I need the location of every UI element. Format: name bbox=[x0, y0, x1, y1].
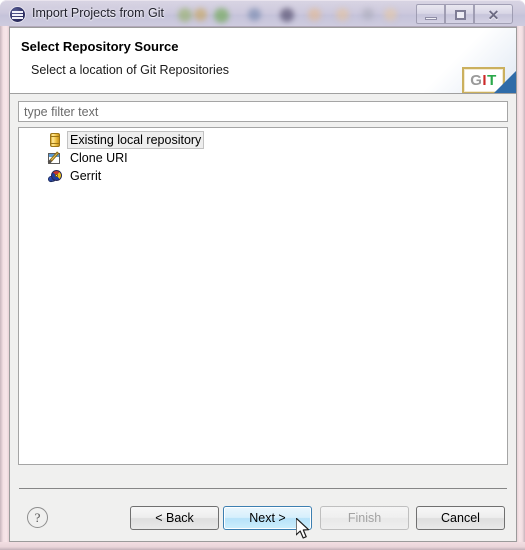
close-button[interactable]: ✕ bbox=[474, 4, 513, 24]
ghost-icon-2 bbox=[194, 8, 207, 21]
restore-icon bbox=[455, 10, 466, 20]
application-window: Import Projects from Git ✕ Select Reposi… bbox=[0, 0, 525, 550]
ghost-icon-3 bbox=[214, 8, 229, 23]
back-button[interactable]: < Back bbox=[130, 506, 219, 530]
close-icon: ✕ bbox=[487, 7, 500, 23]
ghost-icon-8 bbox=[362, 8, 374, 20]
finish-button: Finish bbox=[320, 506, 409, 530]
ghost-icon-9 bbox=[384, 8, 397, 21]
git-logo-letter-g: G bbox=[470, 72, 483, 89]
window-frame-left bbox=[0, 26, 9, 550]
tree-item-existing-local-repository[interactable]: Existing local repository bbox=[47, 131, 507, 149]
maximize-button[interactable] bbox=[445, 4, 474, 24]
banner-corner-wedge bbox=[494, 71, 516, 93]
filter-input-placeholder: type filter text bbox=[24, 105, 99, 119]
tree-item-label: Existing local repository bbox=[67, 131, 205, 149]
repository-source-tree[interactable]: Existing local repository Clone URI Gerr… bbox=[18, 127, 508, 465]
filter-input[interactable]: type filter text bbox=[18, 101, 508, 122]
window-title: Import Projects from Git bbox=[32, 6, 164, 20]
ghost-icon-1 bbox=[178, 8, 192, 22]
clone-uri-pencil-icon bbox=[47, 150, 63, 166]
wizard-header-banner: Select Repository Source Select a locati… bbox=[10, 28, 516, 94]
window-frame-bottom bbox=[0, 542, 525, 550]
ghost-icon-6 bbox=[308, 8, 321, 21]
tree-item-clone-uri[interactable]: Clone URI bbox=[47, 149, 507, 167]
repository-cylinder-icon bbox=[47, 132, 63, 148]
eclipse-circle-icon bbox=[10, 7, 25, 22]
tree-item-gerrit[interactable]: Gerrit bbox=[47, 167, 507, 185]
ghost-icon-4 bbox=[248, 8, 261, 21]
title-bar[interactable]: Import Projects from Git ✕ bbox=[0, 0, 525, 27]
dialog-client-area: Select Repository Source Select a locati… bbox=[9, 27, 517, 542]
minimize-button[interactable] bbox=[416, 4, 445, 24]
gerrit-icon bbox=[47, 168, 63, 184]
cancel-button[interactable]: Cancel bbox=[416, 506, 505, 530]
page-subtitle: Select a location of Git Repositories bbox=[31, 63, 230, 77]
tree-item-label: Clone URI bbox=[70, 151, 128, 165]
help-icon[interactable]: ? bbox=[27, 507, 48, 528]
ghost-icon-5 bbox=[280, 8, 294, 22]
tree-item-label: Gerrit bbox=[70, 169, 102, 183]
git-logo-knob bbox=[478, 93, 489, 94]
minimize-icon bbox=[425, 17, 437, 20]
page-title: Select Repository Source bbox=[21, 39, 179, 54]
next-button[interactable]: Next > bbox=[223, 506, 312, 530]
button-bar-separator bbox=[19, 488, 507, 489]
window-frame-right bbox=[517, 26, 525, 550]
ghost-icon-7 bbox=[336, 8, 349, 21]
